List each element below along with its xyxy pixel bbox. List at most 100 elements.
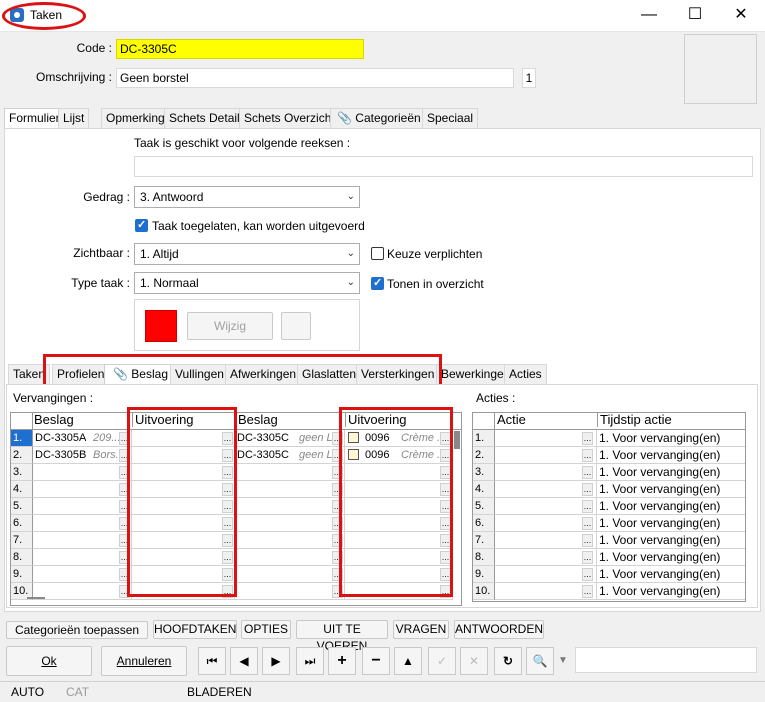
actie-cell[interactable]: ... [495, 549, 597, 566]
beslag-cell[interactable]: ... [235, 515, 345, 532]
refresh-icon[interactable]: ↻ [494, 647, 522, 675]
series-field[interactable] [134, 156, 753, 177]
color-swatch[interactable] [145, 310, 177, 342]
close-button[interactable]: ✕ [718, 0, 764, 32]
tijdstip-cell[interactable]: 1. Voor vervanging(en) [597, 566, 745, 583]
annuleren-button[interactable]: Annuleren [101, 646, 187, 676]
keuze-checkbox[interactable] [371, 247, 384, 260]
row-number: 6. [473, 515, 495, 532]
search-icon[interactable]: 🔍 [526, 647, 554, 675]
maximize-button[interactable]: ☐ [672, 0, 718, 32]
ellipsis-button[interactable]: ... [582, 517, 593, 530]
ellipsis-button[interactable]: ... [582, 500, 593, 513]
confirm-icon[interactable]: ✓ [428, 647, 456, 675]
actie-cell[interactable]: ... [495, 583, 597, 600]
ellipsis-button[interactable]: ... [582, 585, 593, 598]
beslag-cell[interactable]: ... [33, 464, 132, 481]
cancel-icon[interactable]: ✕ [460, 647, 488, 675]
next-icon[interactable]: ▶ [262, 647, 290, 675]
actie-cell[interactable]: ... [495, 464, 597, 481]
typetaak-select[interactable]: 1. Normaal ⌄ [134, 272, 360, 294]
beslag-cell[interactable]: ... [235, 481, 345, 498]
add-icon[interactable]: + [328, 647, 356, 675]
beslag-cell[interactable]: DC-3305B Bors...... [33, 447, 132, 464]
tab-schets-overzicht[interactable]: Schets Overzicht [239, 108, 340, 128]
remove-icon[interactable]: − [362, 647, 390, 675]
beslag-cell[interactable]: DC-3305A 209...... [33, 430, 132, 447]
tijdstip-cell[interactable]: 1. Voor vervanging(en) [597, 498, 745, 515]
acties-label: Acties : [476, 391, 516, 405]
beslag-cell[interactable]: ... [235, 583, 345, 600]
categorieen-toepassen-button[interactable]: Categorieën toepassen [6, 621, 148, 639]
beslag-cell[interactable]: ... [33, 583, 132, 600]
beslag-cell[interactable]: ... [235, 566, 345, 583]
beslag-cell[interactable]: ... [33, 549, 132, 566]
beslag-cell[interactable]: ... [33, 481, 132, 498]
antwoorden-button[interactable]: ANTWOORDEN [454, 620, 544, 639]
description-field[interactable]: Geen borstel [116, 68, 514, 88]
tab-lijst[interactable]: Lijst [58, 108, 90, 128]
beslag-cell[interactable]: ... [235, 498, 345, 515]
tab-acties[interactable]: Acties [504, 364, 547, 384]
ellipsis-button[interactable]: ... [582, 483, 593, 496]
tijdstip-cell[interactable]: 1. Voor vervanging(en) [597, 532, 745, 549]
tijdstip-cell[interactable]: 1. Voor vervanging(en) [597, 464, 745, 481]
beslag-cell[interactable]: ... [33, 498, 132, 515]
gedrag-select[interactable]: 3. Antwoord ⌄ [134, 186, 360, 208]
last-icon[interactable]: ⏭ [296, 647, 324, 675]
ellipsis-button[interactable]: ... [582, 568, 593, 581]
tijdstip-cell[interactable]: 1. Voor vervanging(en) [597, 549, 745, 566]
up-icon[interactable]: ▲ [394, 647, 422, 675]
prev-icon[interactable]: ◀ [230, 647, 258, 675]
actie-cell[interactable]: ... [495, 481, 597, 498]
wijzig-button[interactable]: Wijzig [187, 312, 273, 340]
tab-categorieen[interactable]: 📎 Categorieën [330, 108, 426, 128]
ok-button[interactable]: Ok [6, 646, 92, 676]
beslag-cell[interactable]: ... [33, 515, 132, 532]
actie-cell[interactable]: ... [495, 430, 597, 447]
ellipsis-button[interactable]: ... [582, 466, 593, 479]
toegelaten-checkbox[interactable] [135, 218, 148, 232]
ellipsis-button[interactable]: ... [582, 449, 593, 462]
tijdstip-cell[interactable]: 1. Voor vervanging(en) [597, 515, 745, 532]
beslag-cell[interactable]: DC-3305C geen L...... [235, 430, 345, 447]
actie-cell[interactable]: ... [495, 498, 597, 515]
tijdstip-cell[interactable]: 1. Voor vervanging(en) [597, 430, 745, 447]
beslag-cell[interactable]: DC-3305C geen L...... [235, 447, 345, 464]
actie-cell[interactable]: ... [495, 447, 597, 464]
ellipsis-button[interactable]: ... [582, 534, 593, 547]
actie-cell[interactable]: ... [495, 532, 597, 549]
tab-formulier[interactable]: Formulier [4, 108, 65, 129]
code-field[interactable]: DC-3305C [116, 39, 364, 59]
zichtbaar-select[interactable]: 1. Altijd ⌄ [134, 243, 360, 265]
vragen-button[interactable]: VRAGEN [393, 620, 449, 639]
first-icon[interactable]: ⏮ [198, 647, 226, 675]
ellipsis-button[interactable]: ... [582, 432, 593, 445]
tijdstip-cell[interactable]: 1. Voor vervanging(en) [597, 481, 745, 498]
uit-te-voeren-button[interactable]: UIT TE VOEREN [296, 620, 388, 653]
tab-speciaal[interactable]: Speciaal [422, 108, 479, 128]
tonen-checkbox[interactable] [371, 276, 384, 290]
actie-cell[interactable]: ... [495, 566, 597, 583]
tab-opmerking[interactable]: Opmerking [101, 108, 170, 128]
tijdstip-cell[interactable]: 1. Voor vervanging(en) [597, 447, 745, 464]
horizontal-scrollbar[interactable] [27, 597, 45, 599]
clear-color-button[interactable] [281, 312, 311, 340]
opties-button[interactable]: OPTIES [241, 620, 291, 639]
actie-cell[interactable]: ... [495, 515, 597, 532]
row-number: 9. [473, 566, 495, 583]
row-number: 6. [11, 515, 33, 532]
vertical-scrollbar[interactable] [454, 431, 460, 449]
beslag-cell[interactable]: ... [235, 549, 345, 566]
beslag-cell[interactable]: ... [235, 464, 345, 481]
beslag-cell[interactable]: ... [33, 532, 132, 549]
dropdown-icon[interactable]: ▼ [558, 655, 568, 666]
beslag-cell[interactable]: ... [33, 566, 132, 583]
minimize-button[interactable]: — [626, 0, 672, 32]
hoofdtaken-button[interactable]: HOOFDTAKEN [153, 620, 237, 639]
beslag-cell[interactable]: ... [235, 532, 345, 549]
search-input[interactable] [575, 647, 757, 673]
tab-schets-detail[interactable]: Schets Detail [164, 108, 245, 128]
tijdstip-cell[interactable]: 1. Voor vervanging(en) [597, 583, 745, 600]
ellipsis-button[interactable]: ... [582, 551, 593, 564]
